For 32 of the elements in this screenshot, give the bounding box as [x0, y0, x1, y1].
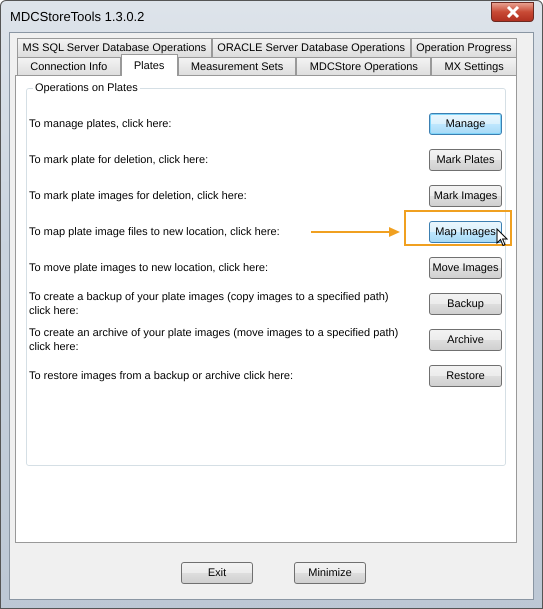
- tab[interactable]: MDCStore Operations: [296, 57, 432, 76]
- tab[interactable]: Plates: [120, 54, 178, 76]
- footer-button[interactable]: Exit: [181, 562, 253, 584]
- action-button[interactable]: Restore: [429, 365, 502, 387]
- action-button[interactable]: Archive: [429, 329, 502, 351]
- action-button[interactable]: Mark Images: [429, 185, 502, 207]
- instruction-text: To restore images from a backup or archive click here:: [29, 369, 294, 383]
- instruction-text: To manage plates, click here:: [29, 117, 172, 131]
- action-button[interactable]: Move Images: [429, 257, 502, 279]
- action-button[interactable]: Manage: [429, 113, 502, 135]
- window-title: MDCStoreTools 1.3.0.2: [9, 9, 144, 24]
- tab[interactable]: Connection Info: [17, 57, 121, 76]
- tab[interactable]: MS SQL Server Database Operations: [17, 38, 212, 57]
- tab[interactable]: MX Settings: [431, 57, 517, 76]
- instruction-text: To mark plate for deletion, click here:: [29, 153, 208, 167]
- instruction-text: To move plate images to new location, click here:: [29, 261, 268, 275]
- arrow-icon: [311, 227, 401, 237]
- tab[interactable]: Measurement Sets: [178, 57, 296, 76]
- footer-button[interactable]: Minimize: [294, 562, 366, 584]
- cursor-icon: [496, 228, 508, 247]
- instruction-text: To create an archive of your plate images (move images to a specified path) click here:: [29, 326, 399, 354]
- tab[interactable]: ORACLE Server Database Operations: [212, 38, 411, 57]
- instruction-text: To mark plate images for deletion, click here:: [29, 189, 247, 203]
- tab[interactable]: Operation Progress: [410, 38, 517, 57]
- group-title: Operations on Plates: [34, 82, 139, 94]
- action-button[interactable]: Map Images: [429, 221, 502, 243]
- action-button[interactable]: Mark Plates: [429, 149, 502, 171]
- instruction-text: To map plate image files to new location, click here:: [29, 225, 280, 239]
- instruction-text: To create a backup of your plate images (copy images to a specified path) click here:: [29, 290, 390, 318]
- action-button[interactable]: Backup: [429, 293, 502, 315]
- close-icon: [506, 6, 520, 18]
- close-button[interactable]: [491, 2, 534, 22]
